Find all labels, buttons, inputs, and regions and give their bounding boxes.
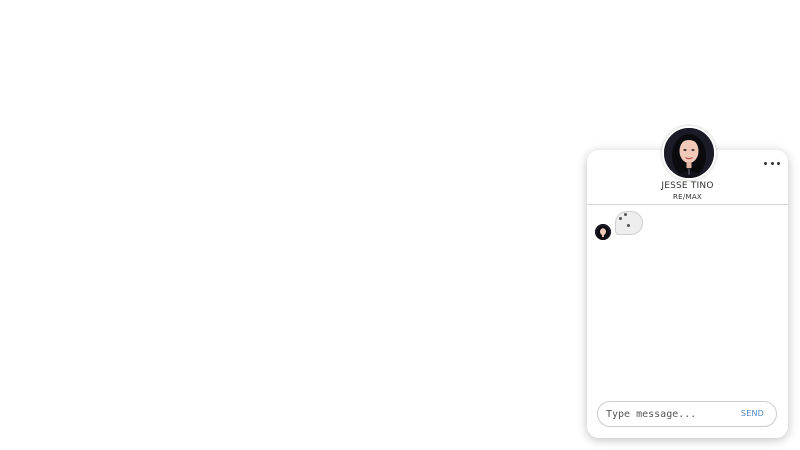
agent-name: JESSE TINO (661, 181, 714, 191)
agent-photo-small (595, 224, 611, 240)
agent-avatar (662, 126, 716, 180)
agent-company: RE/MAX (672, 193, 703, 201)
typing-dot (619, 217, 622, 220)
menu-dot (777, 161, 780, 165)
more-options-icon[interactable] (764, 158, 780, 168)
typing-dot (627, 224, 630, 227)
chat-widget: JESSE TINO RE/MAX SEND (587, 150, 788, 438)
message-composer: SEND (597, 401, 777, 427)
agent-photo (664, 128, 714, 178)
header-divider (587, 204, 788, 205)
message-avatar (595, 224, 611, 240)
message-input[interactable] (606, 406, 734, 422)
typing-dot (624, 213, 627, 216)
send-button[interactable]: SEND (741, 409, 764, 418)
menu-dot (770, 161, 774, 165)
menu-dot (764, 161, 767, 165)
typing-indicator-bubble (615, 211, 643, 235)
